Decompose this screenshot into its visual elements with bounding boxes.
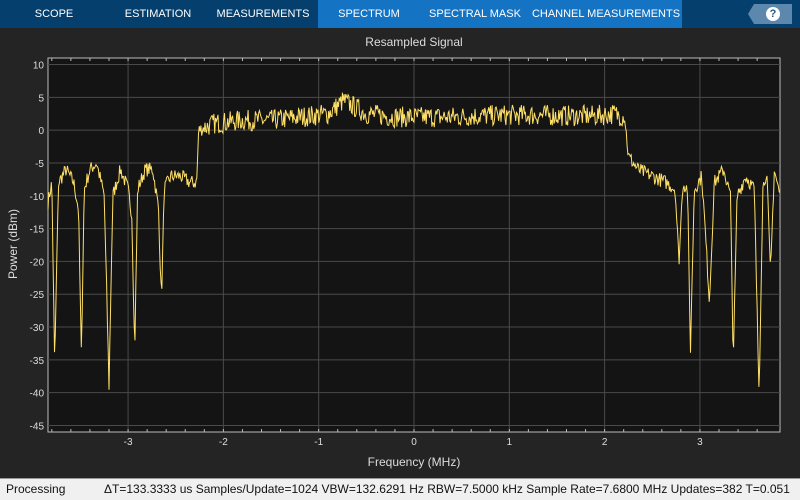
tab-spectrum[interactable]: SPECTRUM xyxy=(318,0,420,28)
status-info: ΔT=133.3333 us Samples/Update=1024 VBW=1… xyxy=(104,482,790,496)
status-state: Processing xyxy=(6,482,66,496)
y-tick-label: -45 xyxy=(30,421,45,432)
x-tick-label: 0 xyxy=(411,437,417,448)
x-tick-label: -3 xyxy=(124,437,133,448)
y-tick-label: 0 xyxy=(38,126,44,137)
x-tick-label: 2 xyxy=(602,437,608,448)
y-tick-label: -5 xyxy=(35,159,44,170)
tab-scope[interactable]: SCOPE xyxy=(0,0,108,28)
y-tick-label: -35 xyxy=(30,356,45,367)
y-tick-label: -30 xyxy=(30,323,45,334)
y-tick-label: -10 xyxy=(30,192,45,203)
spectrum-plot: Resampled Signal -3 -2 -1 0 1 2 31050-5-10-15-… xyxy=(6,35,781,469)
help-icon: ? xyxy=(766,7,780,21)
y-tick-label: -40 xyxy=(30,389,45,400)
y-tick-label: 10 xyxy=(33,61,45,72)
x-axis-label: Frequency (MHz) xyxy=(368,455,461,469)
chart-title: Resampled Signal xyxy=(365,35,462,49)
tab-spectral-mask[interactable]: SPECTRAL MASK xyxy=(420,0,530,28)
x-tick-label: 1 xyxy=(507,437,513,448)
status-bar: Processing ΔT=133.3333 us Samples/Update… xyxy=(0,478,800,500)
y-tick-label: -15 xyxy=(30,225,45,236)
y-tick-label: -20 xyxy=(30,257,45,268)
tab-estimation[interactable]: ESTIMATION xyxy=(108,0,208,28)
tab-channel-measurements[interactable]: CHANNEL MEASUREMENTS xyxy=(530,0,682,28)
toolstrip-tabs: SCOPE ESTIMATION MEASUREMENTS SPECTRUM S… xyxy=(0,0,800,28)
x-tick-label: -1 xyxy=(314,437,323,448)
tab-measurements[interactable]: MEASUREMENTS xyxy=(208,0,318,28)
x-tick-label: 3 xyxy=(697,437,703,448)
y-tick-label: 5 xyxy=(38,93,44,104)
x-tick-label: -2 xyxy=(219,437,228,448)
y-tick-label: -25 xyxy=(30,290,45,301)
help-button[interactable]: ? xyxy=(748,4,792,24)
y-axis-label: Power (dBm) xyxy=(6,209,20,279)
